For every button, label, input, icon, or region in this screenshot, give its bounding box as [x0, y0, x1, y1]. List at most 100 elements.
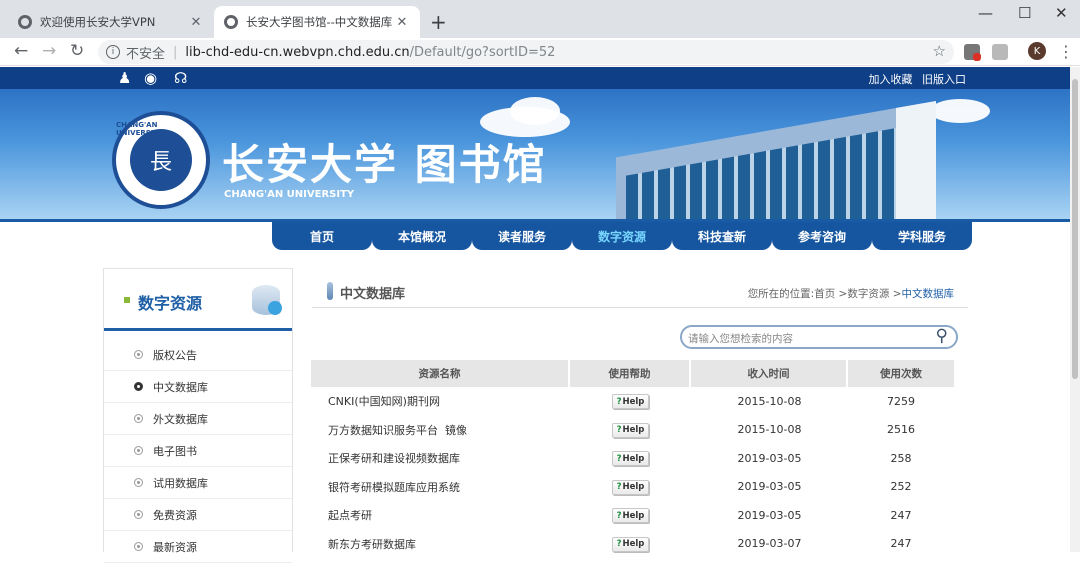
help-label: Help: [622, 396, 645, 407]
db-name-link[interactable]: 银符考研模拟题库应用系统: [311, 479, 570, 495]
help-button[interactable]: ? Help: [611, 508, 650, 523]
search-input[interactable]: 请输入您想检索的内容: [688, 331, 793, 346]
search-box[interactable]: 请输入您想检索的内容 ⚲: [680, 325, 958, 349]
circle-bullet-icon: [134, 510, 143, 519]
close-icon[interactable]: ✕: [188, 15, 204, 30]
bookmark-star-icon[interactable]: ☆: [933, 42, 946, 60]
weibo-icon[interactable]: ◉: [144, 69, 157, 87]
circle-bullet-icon: [134, 414, 143, 423]
sidebar-item-new-resources[interactable]: 最新资源: [104, 531, 292, 563]
cloud-decoration: [930, 99, 990, 123]
browser-tab-vpn[interactable]: 欢迎使用长安大学VPN ✕: [8, 6, 214, 38]
help-label: Help: [622, 453, 645, 464]
sidebar-item-free-resources[interactable]: 免费资源: [104, 499, 292, 531]
column-header-help: 使用帮助: [570, 360, 691, 387]
reload-icon[interactable]: ↻: [70, 41, 84, 61]
table-row: 起点考研 ? Help 2019-03-05 247: [311, 501, 954, 530]
new-tab-button[interactable]: +: [430, 10, 447, 34]
back-arrow-icon[interactable]: ←: [14, 41, 28, 61]
database-table: 资源名称 使用帮助 收入时间 使用次数 CNKI(中国知网)期刊网 ? Help …: [311, 360, 954, 558]
address-bar[interactable]: i 不安全 | lib-chd-edu-cn.webvpn.chd.edu.cn…: [98, 40, 954, 64]
url-host: lib-chd-edu-cn.webvpn.chd.edu.cn: [185, 44, 410, 60]
globe-icon: [268, 301, 282, 315]
main-nav: 首页 本馆概况 读者服务 数字资源 科技查新 参考咨询 学科服务: [0, 219, 1070, 253]
building-windows: [626, 122, 926, 219]
sidebar-item-chinese-db[interactable]: 中文数据库: [104, 371, 292, 403]
db-count: 247: [890, 537, 912, 551]
tab-title: 长安大学图书馆--中文数据库: [246, 15, 393, 29]
db-name-link[interactable]: 正保考研和建设视频数据库: [311, 450, 570, 466]
title-marker-icon: [327, 282, 333, 300]
sidebar-item-label: 电子图书: [153, 444, 197, 458]
close-icon[interactable]: ✕: [394, 15, 410, 30]
db-name-link[interactable]: 起点考研: [311, 507, 570, 523]
school-name-en: CHANG'AN UNIVERSITY: [224, 189, 355, 200]
search-icon[interactable]: ⚲: [936, 326, 948, 346]
browser-toolbar: ← → ↻ i 不安全 | lib-chd-edu-cn.webvpn.chd.…: [0, 38, 1080, 66]
add-favorite-link[interactable]: 加入收藏: [869, 73, 913, 86]
db-count: 247: [890, 508, 912, 522]
help-button[interactable]: ? Help: [611, 394, 650, 409]
separator: |: [173, 44, 178, 60]
seal-ring-text: CHANG'AN UNIVERSITY: [116, 121, 164, 137]
column-header-date: 收入时间: [691, 360, 848, 387]
sidebar-header: 数字资源: [104, 269, 292, 331]
nav-item-reader-services[interactable]: 读者服务: [472, 222, 572, 250]
university-seal-logo[interactable]: CHANG'AN UNIVERSITY 長: [112, 111, 210, 209]
table-row: 银符考研模拟题库应用系统 ? Help 2019-03-05 252: [311, 473, 954, 502]
url-path: /Default/go?sortID=52: [409, 44, 556, 60]
close-window-button[interactable]: ✕: [1055, 4, 1068, 22]
db-date: 2019-03-05: [737, 508, 802, 522]
cloud-decoration: [510, 97, 560, 125]
top-links: 加入收藏 旧版入口: [863, 71, 967, 87]
db-date: 2015-10-08: [737, 423, 802, 437]
sidebar-item-foreign-db[interactable]: 外文数据库: [104, 403, 292, 435]
minimize-button[interactable]: —: [978, 4, 993, 22]
question-icon: ?: [616, 396, 622, 407]
db-name-link[interactable]: 万方数据知识服务平台 镜像: [311, 422, 570, 438]
table-row: CNKI(中国知网)期刊网 ? Help 2015-10-08 7259: [311, 387, 954, 416]
sidebar-item-ebooks[interactable]: 电子图书: [104, 435, 292, 467]
sidebar-item-label: 试用数据库: [153, 476, 208, 490]
help-button[interactable]: ? Help: [611, 479, 650, 495]
breadcrumb-current[interactable]: 中文数据库: [902, 288, 955, 300]
question-icon: ?: [616, 453, 622, 464]
globe-icon: [224, 15, 238, 29]
sidebar-item-label: 免费资源: [153, 508, 197, 522]
wechat-icon[interactable]: ☊: [174, 69, 187, 87]
tab-title: 欢迎使用长安大学VPN: [40, 15, 156, 29]
info-icon[interactable]: i: [106, 45, 120, 59]
table-row: 万方数据知识服务平台 镜像 ? Help 2015-10-08 2516: [311, 416, 954, 445]
extension-icon[interactable]: [992, 44, 1008, 60]
nav-item-home[interactable]: 首页: [272, 222, 372, 250]
sidebar-item-copyright[interactable]: 版权公告: [104, 339, 292, 371]
nav-item-subject-services[interactable]: 学科服务: [872, 222, 972, 250]
breadcrumb-path[interactable]: 您所在的位置:首页 >数字资源 >: [748, 288, 902, 300]
school-name: 长安大学 图书馆: [222, 140, 547, 189]
nav-item-novelty-search[interactable]: 科技查新: [672, 222, 772, 250]
sidebar-item-trial-db[interactable]: 试用数据库: [104, 467, 292, 499]
nav-item-about[interactable]: 本馆概况: [372, 222, 472, 250]
globe-icon: [18, 15, 32, 29]
db-name-link[interactable]: 新东方考研数据库: [311, 536, 570, 552]
page-scrollbar[interactable]: [1070, 67, 1080, 552]
maximize-button[interactable]: ☐: [1018, 4, 1031, 22]
help-button[interactable]: ? Help: [611, 536, 650, 552]
help-button[interactable]: ? Help: [611, 422, 650, 438]
db-name-link[interactable]: CNKI(中国知网)期刊网: [311, 393, 570, 409]
help-button[interactable]: ? Help: [611, 451, 650, 466]
nav-item-digital-resources[interactable]: 数字资源: [572, 222, 672, 250]
qq-icon[interactable]: ♟: [118, 69, 131, 87]
old-version-link[interactable]: 旧版入口: [922, 73, 966, 86]
help-label: Help: [622, 510, 645, 521]
sidebar: 数字资源 版权公告 中文数据库 外文数据库 电子图书 试用数据库 免费资源 最新…: [103, 268, 293, 563]
profile-avatar[interactable]: K: [1028, 42, 1046, 60]
forward-arrow-icon[interactable]: →: [42, 41, 56, 61]
browser-tab-library[interactable]: 长安大学图书馆--中文数据库 ✕: [214, 6, 420, 38]
table-header: 资源名称 使用帮助 收入时间 使用次数: [311, 360, 954, 387]
browser-menu-icon[interactable]: ⋮: [1058, 42, 1074, 61]
sidebar-title: 数字资源: [138, 294, 203, 313]
nav-item-reference[interactable]: 参考咨询: [772, 222, 872, 250]
scrollbar-thumb[interactable]: [1072, 79, 1078, 379]
db-count: 7259: [887, 394, 915, 408]
